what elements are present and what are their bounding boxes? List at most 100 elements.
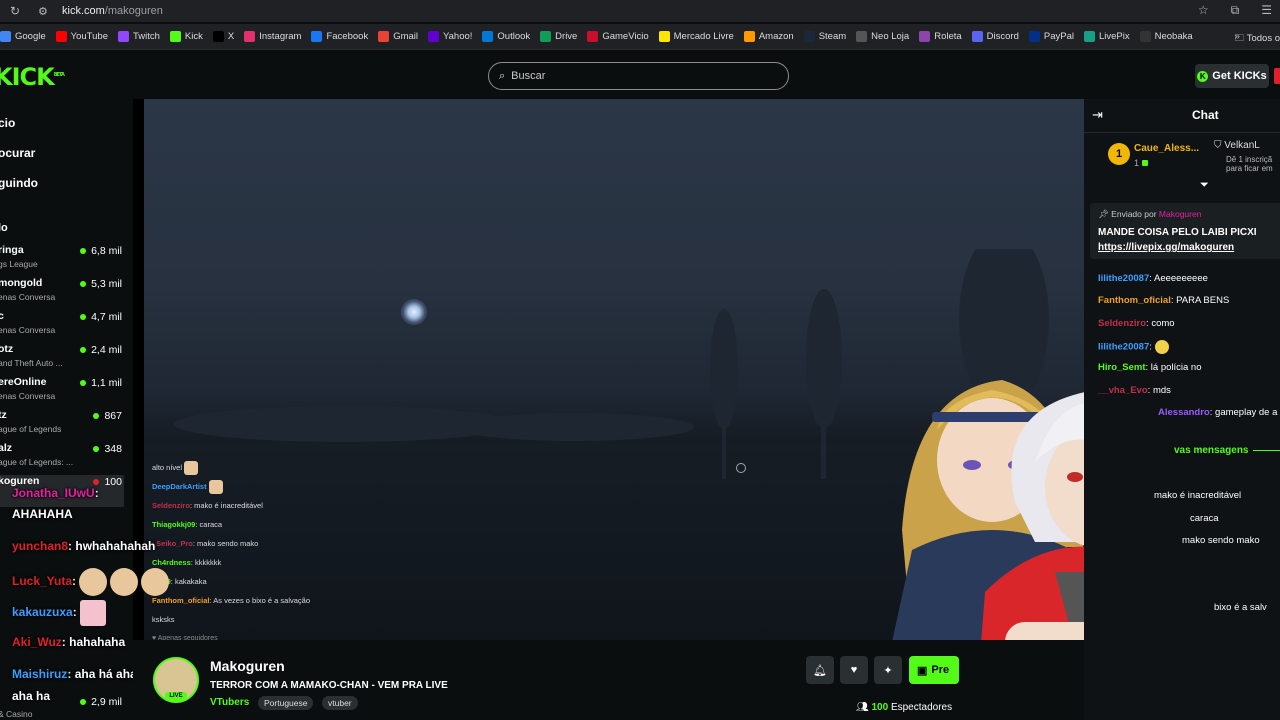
reload-icon[interactable]: ↻	[10, 4, 26, 18]
sidebar-channel[interactable]: otz and Theft Auto ... 2,4 mil	[0, 343, 124, 375]
nav-browse[interactable]: ocurar	[0, 146, 35, 160]
bookmark-x[interactable]: X	[212, 31, 234, 42]
menu-icon[interactable]: ☰	[1261, 3, 1272, 18]
recommended-heading: lo	[0, 222, 8, 234]
overlay-chat-message: Fanthom_oficial: As vezes o bixo é a sal…	[152, 596, 311, 624]
bookmark-steam[interactable]: Steam	[803, 31, 846, 42]
top-gifter-count: 1	[1134, 158, 1149, 168]
top-gifter-name[interactable]: Caue_Aless...	[1134, 143, 1199, 154]
bookmark-drive[interactable]: Drive	[540, 31, 577, 42]
left-chat-message: yunchan8: hwhahahahah	[12, 539, 156, 553]
extensions-icon[interactable]: ⧉	[1231, 3, 1240, 18]
instagram-icon	[244, 31, 256, 42]
facebook-icon	[311, 31, 323, 42]
left-chat-message: Luck_Yuta:	[12, 568, 170, 596]
channel-viewers: 2,4 mil	[80, 344, 122, 356]
gift-button[interactable]: ✦	[874, 656, 902, 684]
bookmark-google[interactable]: Google	[0, 31, 46, 42]
bookmark-livepix[interactable]: LivePix	[1083, 31, 1130, 42]
viewer-count: 👥︎ 100 Espectadores	[856, 702, 953, 713]
channel-name: ereOnline	[0, 376, 47, 388]
channel-name: c	[0, 310, 4, 322]
sidebar-channel[interactable]: alz ague of Legends: ... 348	[0, 442, 124, 474]
bookmark-facebook[interactable]: Facebook	[311, 31, 368, 42]
bookmark-instagram[interactable]: Instagram	[244, 31, 301, 42]
bookmark-mercadolivre[interactable]: Mercado Livre	[658, 31, 734, 42]
top-gifter-rank: 1	[1108, 143, 1130, 165]
tag-vtuber[interactable]: vtuber	[322, 696, 358, 710]
streamer-name[interactable]: Makoguren	[210, 658, 285, 674]
steam-icon	[803, 31, 815, 42]
bookmark-paypal[interactable]: PayPal	[1028, 31, 1074, 42]
folder-icon: 🗀︎	[1234, 33, 1245, 44]
neoloja-icon	[856, 31, 868, 42]
star-icon[interactable]: ☆	[1198, 3, 1209, 18]
get-kicks-button[interactable]: K Get KICKs	[1195, 64, 1269, 88]
nav-home[interactable]: cio	[0, 116, 15, 130]
channel-category: ague of Legends: ...	[0, 457, 74, 467]
sidebar-channel[interactable]: ringa gs League 6,8 mil	[0, 244, 124, 276]
sidebar-channel[interactable]: c enas Conversa 4,7 mil	[0, 310, 124, 342]
emote-icon	[184, 461, 199, 476]
youtube-icon	[55, 31, 67, 42]
bookmark-neoloja[interactable]: Neo Loja	[856, 31, 909, 42]
leaderboard-user[interactable]: ⛉ VelkanL	[1214, 140, 1260, 151]
overlay-chat-message: DeepDarkArtist	[152, 477, 312, 496]
channel-category: enas Conversa	[0, 391, 56, 401]
expand-leaderboard-icon[interactable]: ⏷	[1200, 179, 1209, 192]
bookmark-youtube[interactable]: YouTube	[55, 31, 108, 42]
loading-spinner	[736, 463, 746, 473]
all-bookmarks-button[interactable]: 🗀︎ Todos o	[1235, 31, 1280, 47]
livepix-icon	[1083, 31, 1095, 42]
site-info-icon[interactable]: ⚙	[38, 5, 54, 18]
subscribe-button[interactable]: ▣ Pre	[909, 656, 959, 684]
collapse-chat-icon[interactable]: ⇥	[1092, 107, 1103, 123]
bell-icon: 🔔︎	[813, 664, 827, 677]
bookmark-yahoo[interactable]: Yahoo!	[428, 31, 472, 42]
streamer-avatar[interactable]: LIVE	[153, 657, 199, 703]
bookmark-amazon[interactable]: Amazon	[743, 31, 794, 42]
channel-name: otz	[0, 343, 14, 355]
notification-badge[interactable]	[1274, 68, 1280, 84]
kick-coin-icon: K	[1197, 70, 1209, 82]
shield-icon: ⛉	[1214, 140, 1222, 151]
chat-message: bixo é a salv	[1214, 602, 1267, 613]
search-input[interactable]: ⌕ Buscar	[488, 62, 789, 90]
bookmark-gamevicio[interactable]: GameVicio	[587, 31, 649, 42]
tag-language[interactable]: Portuguese	[258, 696, 314, 710]
channel-name: mongold	[0, 277, 43, 289]
bookmark-outlook[interactable]: Outlook	[482, 31, 530, 42]
chat-header: ⇥ Chat	[1084, 99, 1280, 133]
chat-message: lilithe20087: Aeeeeeeeee	[1098, 273, 1208, 284]
new-messages-divider[interactable]: vas mensagens	[1174, 445, 1280, 456]
channel-viewers: 1,1 mil	[80, 377, 122, 389]
bookmark-roleta[interactable]: Roleta	[919, 31, 962, 42]
stream-category[interactable]: VTubers	[210, 697, 249, 708]
sidebar-channel[interactable]: tz ague of Legends 867	[0, 409, 124, 441]
bookmark-gmail[interactable]: Gmail	[378, 31, 418, 42]
neobaka-icon	[1139, 31, 1151, 42]
sidebar-channel[interactable]: ereOnline enas Conversa 1,1 mil	[0, 376, 124, 408]
yahoo-icon	[428, 31, 440, 42]
sidebar-channel[interactable]: mongold enas Conversa 5,3 mil	[0, 277, 124, 309]
kick-logo[interactable]: KICKBETA	[0, 63, 65, 91]
address-bar[interactable]: kick.com/makoguren	[62, 5, 163, 17]
nav-following[interactable]: guindo	[0, 176, 38, 190]
chat-message: Hiro_Semt: lá polícia no	[1098, 362, 1202, 373]
channel-category: and Theft Auto ...	[0, 358, 63, 368]
pinned-link[interactable]: https://livepix.gg/makoguren	[1098, 242, 1234, 253]
bookmark-discord[interactable]: Discord	[971, 31, 1019, 42]
stream-overlay-chat: alto nível DeepDarkArtist Seldenziro: ma…	[152, 458, 312, 648]
chat-title: Chat	[1192, 108, 1219, 122]
browser-toolbar: ↻ ⚙ kick.com/makoguren ☆ ⧉ ☰	[0, 0, 1280, 22]
bookmark-kick[interactable]: Kick	[169, 31, 203, 42]
notification-bell-button[interactable]: 🔔︎	[806, 656, 834, 684]
bookmark-neobaka[interactable]: Neobaka	[1139, 31, 1193, 42]
follow-button[interactable]: ♥	[840, 656, 868, 684]
paypal-icon	[1028, 31, 1040, 42]
channel-viewers: 6,8 mil	[80, 245, 122, 257]
chat-message: lilithe20087:	[1098, 340, 1169, 354]
channel-viewers: 867	[93, 410, 122, 422]
bookmark-twitch[interactable]: Twitch	[117, 31, 160, 42]
channel-name: alz	[0, 442, 13, 454]
